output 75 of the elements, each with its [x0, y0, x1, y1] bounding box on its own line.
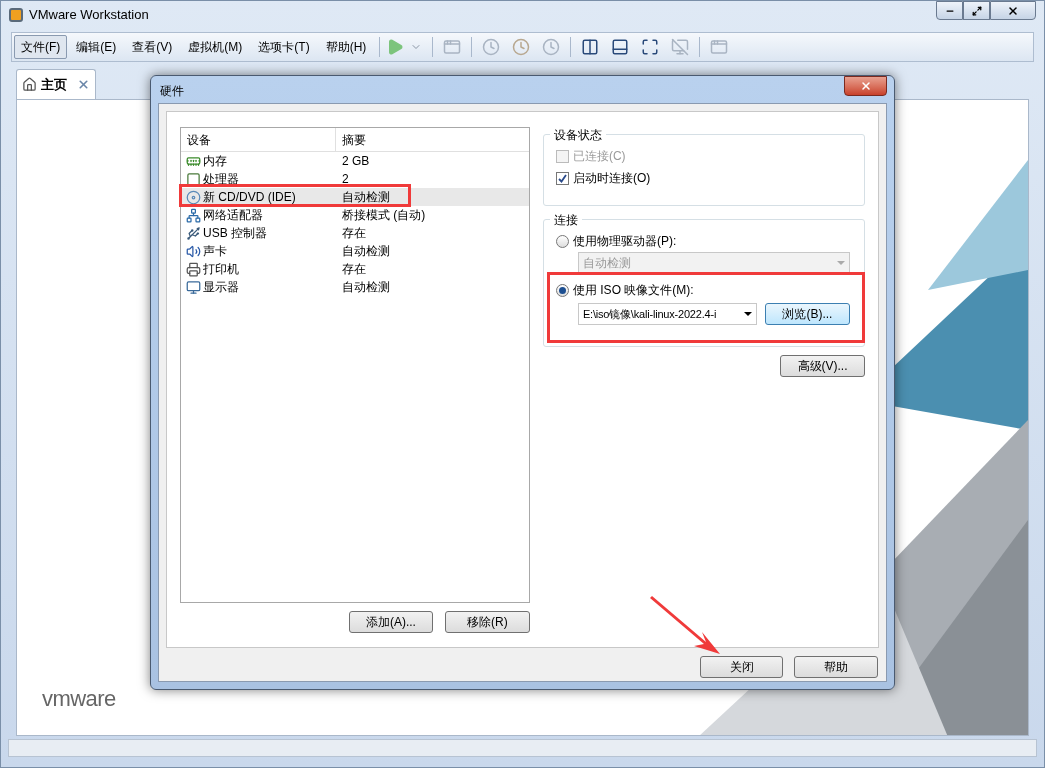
group-title: 设备状态 — [549, 126, 606, 144]
device-summary: 2 GB — [341, 153, 370, 170]
menu-item[interactable]: 查看(V) — [125, 35, 180, 59]
browse-button[interactable]: 浏览(B)... — [764, 303, 850, 325]
device-name: 网络适配器 — [203, 207, 263, 224]
dialog-title: 硬件 — [159, 83, 184, 100]
close-button[interactable] — [844, 76, 887, 96]
device-name: USB 控制器 — [203, 225, 267, 242]
device-summary: 自动检测 — [341, 243, 390, 260]
column-header[interactable]: 设备 — [181, 128, 336, 151]
device-row[interactable]: 网络适配器 桥接模式 (自动) — [181, 206, 529, 224]
device-row[interactable]: USB 控制器 存在 — [181, 224, 529, 242]
window-title: VMware Workstation — [29, 6, 149, 25]
device-name: 声卡 — [203, 243, 227, 260]
sidebar-icon[interactable] — [581, 38, 600, 56]
device-name: 显示器 — [203, 279, 239, 296]
tab[interactable]: 主页 — [16, 69, 96, 99]
printer-icon — [186, 261, 201, 277]
maximize-button[interactable] — [963, 1, 990, 20]
device-summary: 2 — [341, 171, 349, 188]
minimize-button[interactable] — [936, 1, 963, 20]
device-row[interactable]: 处理器 2 — [181, 170, 529, 188]
close-icon — [1007, 4, 1019, 17]
thumbnail-bar-icon[interactable] — [611, 38, 630, 56]
column-header[interactable]: 摘要 — [336, 128, 529, 151]
advanced-button[interactable]: 高级(V)... — [780, 355, 865, 377]
check-icon — [557, 173, 567, 183]
checkbox[interactable] — [555, 171, 569, 185]
device-row[interactable]: 声卡 自动检测 — [181, 242, 529, 260]
menu-item[interactable]: 文件(F) — [14, 35, 68, 59]
device-row[interactable]: 打印机 存在 — [181, 260, 529, 278]
radio-label: 使用物理驱动器(P): — [572, 233, 677, 250]
tab-label: 主页 — [41, 75, 67, 94]
app-icon — [9, 8, 23, 22]
revert-snapshot-icon[interactable] — [512, 38, 531, 56]
menu-item[interactable]: 编辑(E) — [69, 35, 124, 59]
device-summary: 桥接模式 (自动) — [341, 207, 426, 224]
device-name: 处理器 — [203, 171, 239, 188]
network-icon — [186, 207, 201, 223]
checkbox-label: 已连接(C) — [572, 148, 626, 165]
radio-label: 使用 ISO 映像文件(M): — [572, 282, 694, 299]
device-summary: 存在 — [341, 225, 366, 242]
device-row[interactable]: 新 CD/DVD (IDE) 自动检测 — [181, 188, 529, 206]
device-row[interactable]: 显示器 自动检测 — [181, 278, 529, 296]
device-name: 打印机 — [203, 261, 239, 278]
device-summary: 自动检测 — [341, 279, 390, 296]
device-summary: 存在 — [341, 261, 366, 278]
speaker-icon — [186, 243, 201, 259]
device-name: 内存 — [203, 153, 227, 170]
vmware-logo: vmware — [42, 685, 116, 713]
close-tab-icon[interactable] — [77, 78, 90, 91]
menu-item[interactable]: 选项卡(T) — [251, 35, 317, 59]
group-title: 连接 — [549, 211, 582, 229]
checkbox-label: 启动时连接(O) — [572, 170, 651, 187]
monitor-icon — [186, 279, 201, 295]
close-icon — [859, 80, 872, 92]
pointer-arrow — [650, 594, 722, 656]
remove-button[interactable]: 移除(R) — [444, 611, 530, 633]
device-name: 新 CD/DVD (IDE) — [203, 189, 296, 206]
radio-button[interactable] — [555, 283, 569, 297]
help-button[interactable]: 帮助 — [794, 656, 878, 678]
add-button[interactable]: 添加(A)... — [348, 611, 433, 633]
usb-icon — [186, 225, 201, 241]
iso-path-dropdown[interactable]: E:\iso镜像\kali-linux-2022.4-i — [577, 303, 757, 325]
device-summary: 自动检测 — [341, 189, 390, 206]
home-icon — [22, 77, 37, 92]
device-row[interactable]: 内存 2 GB — [181, 152, 529, 170]
disc-icon — [186, 189, 201, 205]
close-button[interactable] — [990, 1, 1036, 20]
close-dialog-button[interactable]: 关闭 — [700, 656, 783, 678]
fullscreen-icon[interactable] — [641, 38, 660, 56]
maximize-icon — [971, 5, 982, 16]
menu-item[interactable]: 虚拟机(M) — [181, 35, 250, 59]
radio-button[interactable] — [555, 234, 569, 248]
menu-item[interactable]: 帮助(H) — [318, 35, 374, 59]
